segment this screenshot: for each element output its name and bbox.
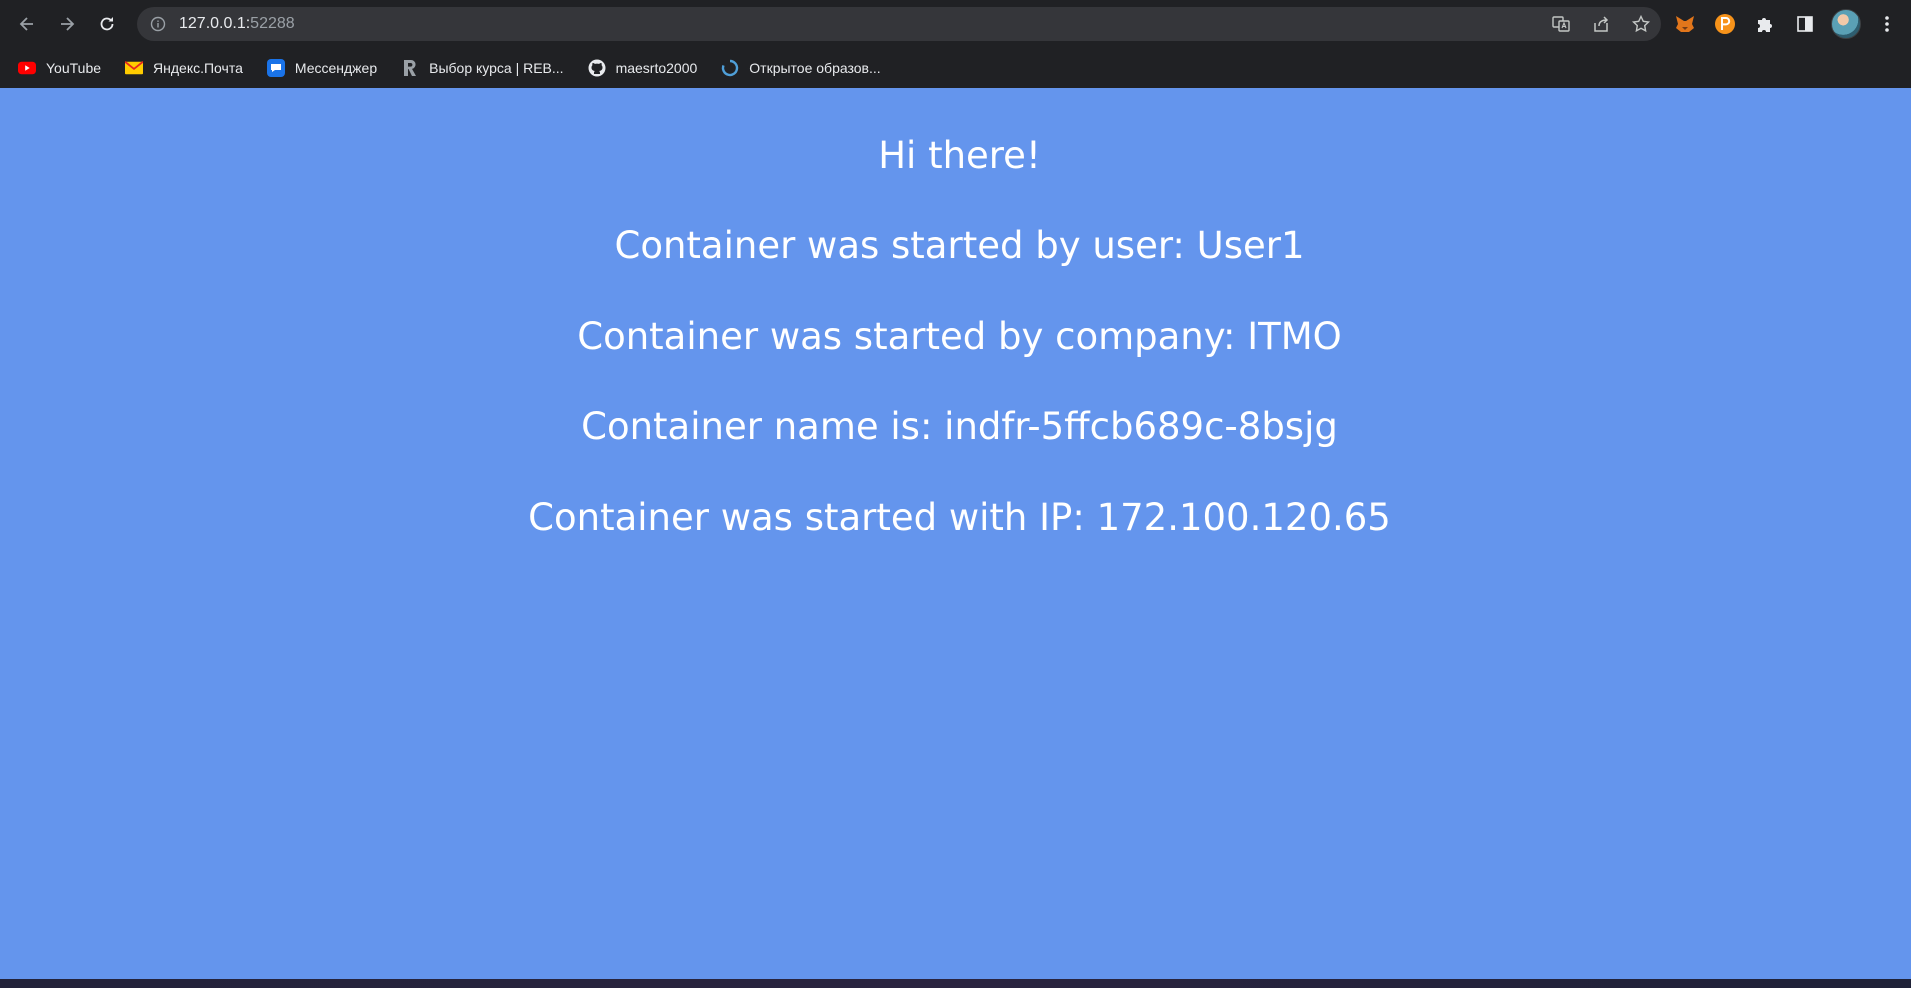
url-port: 52288 xyxy=(250,15,295,32)
p-coin-icon[interactable] xyxy=(1711,10,1739,38)
bookmark-youtube[interactable]: YouTube xyxy=(10,54,109,82)
bookmark-yandex-mail[interactable]: Яндекс.Почта xyxy=(117,54,251,82)
reload-icon xyxy=(100,17,114,31)
back-button[interactable] xyxy=(7,4,47,44)
company-info-text: Container was started by company: ITMO xyxy=(577,315,1342,358)
url-host: 127.0.0.1: xyxy=(179,15,251,32)
forward-button[interactable] xyxy=(47,4,87,44)
share-icon[interactable] xyxy=(1589,12,1613,36)
github-icon xyxy=(588,59,606,77)
arrow-left-icon xyxy=(19,17,33,31)
side-panel-icon[interactable] xyxy=(1791,10,1819,38)
greeting-text: Hi there! xyxy=(878,134,1041,177)
arrow-right-icon xyxy=(61,17,75,31)
address-bar[interactable]: 127.0.0.1:52288 xyxy=(137,7,1661,41)
metamask-fox-icon[interactable] xyxy=(1671,10,1699,38)
youtube-icon xyxy=(18,59,36,77)
container-ip-text: Container was started with IP: 172.100.1… xyxy=(528,496,1391,539)
container-name-text: Container name is: indfr-5ffcb689c-8bsjg xyxy=(581,405,1338,448)
page-content: Hi there! Container was started by user:… xyxy=(0,88,1911,979)
bookmark-star-icon[interactable] xyxy=(1629,12,1653,36)
messenger-icon xyxy=(266,59,285,77)
reload-button[interactable] xyxy=(87,4,127,44)
bookmark-messenger[interactable]: Мессенджер xyxy=(259,54,385,82)
bookmark-open-education[interactable]: Открытое образов... xyxy=(713,54,888,82)
loading-icon xyxy=(721,59,739,77)
bookmark-label: YouTube xyxy=(46,60,102,76)
url-text[interactable]: 127.0.0.1:52288 xyxy=(179,15,295,33)
translate-icon[interactable] xyxy=(1549,12,1573,36)
more-menu-icon[interactable] xyxy=(1873,10,1901,38)
extensions-puzzle-icon[interactable] xyxy=(1751,10,1779,38)
profile-avatar[interactable] xyxy=(1831,9,1861,39)
bookmark-github[interactable]: maesrto2000 xyxy=(580,54,706,82)
extensions-area xyxy=(1671,8,1901,40)
bookmark-reb-course[interactable]: Выбор курса | REB... xyxy=(393,54,571,82)
user-info-text: Container was started by user: User1 xyxy=(614,224,1305,267)
os-taskbar-edge xyxy=(0,979,1911,988)
mail-icon xyxy=(125,59,144,77)
bookmark-label: Выбор курса | REB... xyxy=(429,60,564,76)
bookmark-label: Яндекс.Почта xyxy=(153,60,243,76)
r-logo-icon xyxy=(401,59,419,77)
bookmark-label: maesrto2000 xyxy=(615,60,698,76)
bookmark-label: Открытое образов... xyxy=(749,60,881,76)
browser-toolbar: 127.0.0.1:52288 xyxy=(0,0,1911,48)
site-info-icon[interactable] xyxy=(149,15,167,33)
bookmarks-bar: YouTube Яндекс.Почта Мессенджер Выбор ку… xyxy=(0,48,1911,88)
bookmark-label: Мессенджер xyxy=(294,60,378,76)
